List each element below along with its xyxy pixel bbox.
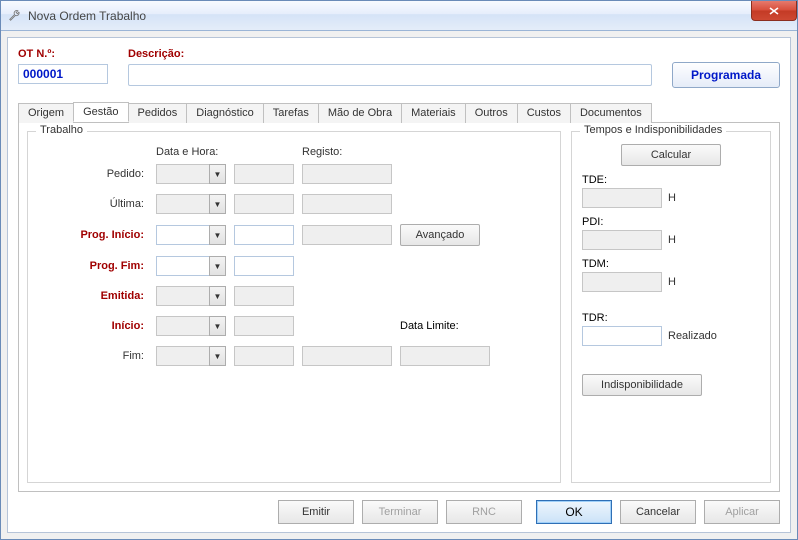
fieldset-trabalho: Trabalho Data e Hora: Registo: Pedido: ▼ — [27, 131, 561, 483]
calcular-button[interactable]: Calcular — [621, 144, 721, 166]
col-registo: Registo: — [302, 146, 392, 158]
work-order-window: Nova Ordem Trabalho OT N.º: Descrição: P… — [0, 0, 798, 540]
chevron-down-icon: ▼ — [209, 164, 226, 184]
data-limite-label: Data Limite: — [400, 320, 490, 332]
ultima-date[interactable]: ▼ — [156, 194, 226, 214]
tdr-unit: Realizado — [668, 330, 717, 342]
data-limite-input[interactable] — [400, 346, 490, 366]
emitir-button[interactable]: Emitir — [278, 500, 354, 524]
fieldset-tempos: Tempos e Indisponibilidades Calcular TDE… — [571, 131, 771, 483]
ok-button[interactable]: OK — [536, 500, 612, 524]
col-data-hora: Data e Hora: — [156, 146, 226, 158]
dialog-footer: Emitir Terminar RNC OK Cancelar Aplicar — [18, 492, 780, 524]
tab-diagnostico[interactable]: Diagnóstico — [186, 103, 263, 123]
tde-unit: H — [668, 192, 676, 204]
inicio-time[interactable] — [234, 316, 294, 336]
prog-inicio-date[interactable]: ▼ — [156, 225, 226, 245]
tab-tarefas[interactable]: Tarefas — [263, 103, 319, 123]
row-fim-label: Fim: — [38, 350, 148, 362]
chevron-down-icon: ▼ — [209, 346, 226, 366]
avancado-button[interactable]: Avançado — [400, 224, 480, 246]
tdm-input[interactable] — [582, 272, 662, 292]
tdm-unit: H — [668, 276, 676, 288]
window-title: Nova Ordem Trabalho — [28, 9, 146, 23]
prog-inicio-time[interactable] — [234, 225, 294, 245]
row-prog-inicio-label: Prog. Início: — [38, 229, 148, 241]
row-prog-fim-label: Prog. Fim: — [38, 260, 148, 272]
fim-date[interactable]: ▼ — [156, 346, 226, 366]
trabalho-legend: Trabalho — [36, 124, 87, 136]
tab-pedidos[interactable]: Pedidos — [128, 103, 188, 123]
ot-label: OT N.º: — [18, 48, 108, 60]
tab-panel-gestao: Trabalho Data e Hora: Registo: Pedido: ▼ — [18, 123, 780, 492]
fim-registo[interactable] — [302, 346, 392, 366]
pdi-unit: H — [668, 234, 676, 246]
prog-fim-time[interactable] — [234, 256, 294, 276]
ultima-registo[interactable] — [302, 194, 392, 214]
tab-origem[interactable]: Origem — [18, 103, 74, 123]
rnc-button: RNC — [446, 500, 522, 524]
description-label: Descrição: — [128, 48, 652, 60]
tab-documentos[interactable]: Documentos — [570, 103, 652, 123]
tempos-legend: Tempos e Indisponibilidades — [580, 124, 726, 136]
ot-number-input[interactable] — [18, 64, 108, 84]
tab-strip: Origem Gestão Pedidos Diagnóstico Tarefa… — [18, 102, 780, 123]
pedido-date[interactable]: ▼ — [156, 164, 226, 184]
chevron-down-icon: ▼ — [209, 225, 226, 245]
tab-custos[interactable]: Custos — [517, 103, 571, 123]
cancelar-button[interactable]: Cancelar — [620, 500, 696, 524]
tab-outros[interactable]: Outros — [465, 103, 518, 123]
emitida-time[interactable] — [234, 286, 294, 306]
terminar-button: Terminar — [362, 500, 438, 524]
pedido-time[interactable] — [234, 164, 294, 184]
row-pedido-label: Pedido: — [38, 168, 148, 180]
tde-input[interactable] — [582, 188, 662, 208]
chevron-down-icon: ▼ — [209, 316, 226, 336]
status-programada-button[interactable]: Programada — [672, 62, 780, 88]
row-inicio-label: Início: — [38, 320, 148, 332]
tab-mao-de-obra[interactable]: Mão de Obra — [318, 103, 402, 123]
chevron-down-icon: ▼ — [209, 256, 226, 276]
titlebar: Nova Ordem Trabalho — [1, 1, 797, 31]
ultima-time[interactable] — [234, 194, 294, 214]
aplicar-button: Aplicar — [704, 500, 780, 524]
pedido-registo[interactable] — [302, 164, 392, 184]
prog-inicio-registo[interactable] — [302, 225, 392, 245]
chevron-down-icon: ▼ — [209, 194, 226, 214]
pdi-input[interactable] — [582, 230, 662, 250]
tdm-label: TDM: — [582, 258, 760, 270]
inicio-date[interactable]: ▼ — [156, 316, 226, 336]
wrench-icon — [7, 8, 23, 24]
tdr-input[interactable] — [582, 326, 662, 346]
description-input[interactable] — [128, 64, 652, 86]
prog-fim-date[interactable]: ▼ — [156, 256, 226, 276]
row-ultima-label: Última: — [38, 198, 148, 210]
fim-time[interactable] — [234, 346, 294, 366]
tab-materiais[interactable]: Materiais — [401, 103, 466, 123]
pdi-label: PDI: — [582, 216, 760, 228]
chevron-down-icon: ▼ — [209, 286, 226, 306]
row-emitida-label: Emitida: — [38, 290, 148, 302]
tde-label: TDE: — [582, 174, 760, 186]
tab-gestao[interactable]: Gestão — [73, 102, 128, 122]
content-area: OT N.º: Descrição: Programada Origem Ges… — [7, 37, 791, 533]
emitida-date[interactable]: ▼ — [156, 286, 226, 306]
tdr-label: TDR: — [582, 312, 760, 324]
indisponibilidade-button[interactable]: Indisponibilidade — [582, 374, 702, 396]
close-button[interactable] — [751, 1, 797, 21]
